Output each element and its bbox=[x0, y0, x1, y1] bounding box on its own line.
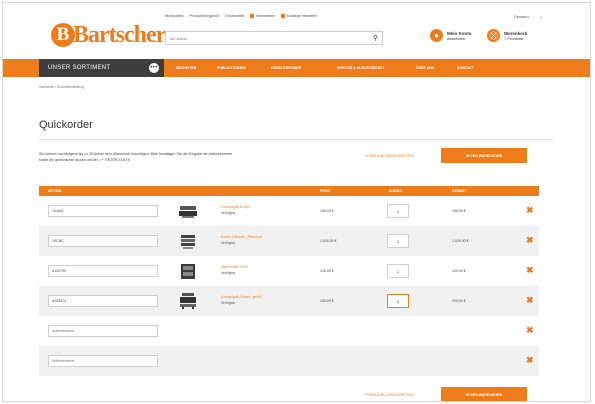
remove-icon[interactable]: ✖ bbox=[526, 205, 534, 215]
account-link[interactable]: ● Mein Konto Abmelden bbox=[430, 29, 472, 42]
availability: Verfügbar bbox=[221, 301, 236, 305]
top-link-newsletter[interactable]: Newsletter bbox=[249, 13, 275, 18]
row-total: 200,00 € bbox=[452, 299, 466, 303]
user-icon: ● bbox=[430, 29, 443, 42]
cart-link[interactable]: ⛒ Warenkorb 7 Produkte bbox=[487, 29, 527, 42]
product-name[interactable]: Kontaktgrill „Panini“ gerillt bbox=[221, 295, 261, 299]
header-total: GESAMT bbox=[452, 189, 467, 193]
catalog-label: Katalog bestellen bbox=[286, 13, 318, 18]
nav-item-service[interactable]: SERVICE & KUNDENDIENST bbox=[337, 66, 385, 70]
top-link-catalog[interactable]: Katalog bestellen bbox=[280, 13, 318, 18]
row-total: 150,00 € bbox=[452, 209, 466, 213]
product-image bbox=[181, 235, 195, 249]
nav-sortiment[interactable]: UNSER SORTIMENT ••• bbox=[39, 59, 164, 77]
title-divider bbox=[39, 139, 554, 140]
table-row: Warmhalter 1000 Verfügbar 120,00 € 120,0… bbox=[39, 256, 539, 286]
add-to-cart-button[interactable]: IN DEN WARENKORB bbox=[441, 148, 527, 163]
reset-form-link[interactable]: FORMULAR ZURÜCKSETZEN bbox=[365, 154, 414, 158]
availability: Verfügbar bbox=[221, 211, 236, 215]
article-number-input[interactable] bbox=[48, 295, 158, 307]
row-total: 120,00 € bbox=[452, 269, 466, 273]
availability: Verfügbar bbox=[221, 241, 236, 245]
article-number-input[interactable] bbox=[48, 325, 158, 337]
product-name[interactable]: Kombi-Dämpfer „Premium“ bbox=[221, 235, 263, 239]
header-article: ARTIKEL bbox=[48, 189, 63, 193]
nav-item-publications[interactable]: PUBLIKATIONEN bbox=[217, 66, 246, 70]
cart-text: Warenkorb 7 Produkte bbox=[504, 31, 527, 41]
catalog-icon bbox=[280, 13, 285, 18]
account-sub: Abmelden bbox=[447, 35, 466, 41]
logo-text: Bartscher bbox=[73, 21, 166, 48]
newsletter-label: Newsletter bbox=[255, 13, 275, 18]
cart-count: 7 Produkte bbox=[504, 35, 524, 41]
language-select[interactable]: Deutsch ⌄ bbox=[514, 14, 543, 20]
quantity-input[interactable] bbox=[387, 204, 409, 218]
table-row: Kombi-Dämpfer „Premium“ Verfügbar 1.029,… bbox=[39, 226, 539, 256]
page-title: Quickorder bbox=[39, 119, 93, 131]
remove-icon[interactable]: ✖ bbox=[526, 295, 534, 305]
reset-form-link-bottom[interactable]: FORMULAR ZURÜCKSETZEN bbox=[365, 393, 414, 397]
unit-price: 1.029,00 € bbox=[320, 239, 337, 243]
newsletter-icon bbox=[249, 13, 254, 18]
product-name[interactable]: Kontaktgrill M-Wp1 bbox=[221, 205, 251, 209]
add-to-cart-button-bottom[interactable]: IN DEN WARENKORB bbox=[441, 387, 527, 401]
remove-icon[interactable]: ✖ bbox=[526, 325, 534, 335]
remove-icon[interactable]: ✖ bbox=[526, 265, 534, 275]
unit-price: 120,00 € bbox=[320, 269, 334, 273]
top-links: Merkzettel Produktvergleich Ersatzteile … bbox=[165, 13, 318, 18]
top-link-spareparts[interactable]: Ersatzteile bbox=[225, 13, 244, 18]
unit-price: 150,00 € bbox=[320, 209, 334, 213]
table-row: Kontaktgrill M-Wp1 Verfügbar 150,00 € 15… bbox=[39, 196, 539, 226]
header-price: PREIS bbox=[320, 189, 330, 193]
nav-item-dealers[interactable]: HÄNDLERFINDER bbox=[271, 66, 301, 70]
quantity-input[interactable] bbox=[387, 294, 409, 308]
more-icon: ••• bbox=[149, 63, 159, 73]
search-box: ⚲ bbox=[165, 31, 383, 45]
account-text: Mein Konto Abmelden bbox=[447, 31, 472, 41]
table-header: ARTIKEL PREIS ANZAHL GESAMT bbox=[39, 186, 539, 196]
logo-mark: B bbox=[51, 23, 75, 47]
product-image bbox=[181, 264, 195, 279]
article-number-input[interactable] bbox=[48, 265, 158, 277]
product-image bbox=[180, 293, 196, 309]
table-row: ✖ bbox=[39, 316, 539, 346]
header-qty: ANZAHL bbox=[389, 189, 403, 193]
unit-price: 100,00 € bbox=[320, 299, 334, 303]
quantity-input[interactable] bbox=[387, 264, 409, 278]
search-icon[interactable]: ⚲ bbox=[373, 34, 378, 42]
top-link-compare[interactable]: Produktvergleich bbox=[189, 13, 219, 18]
language-label: Deutsch bbox=[514, 14, 529, 19]
table-row: Kontaktgrill „Panini“ gerillt Verfügbar … bbox=[39, 286, 539, 316]
availability: Verfügbar bbox=[221, 271, 236, 275]
product-name[interactable]: Warmhalter 1000 bbox=[221, 265, 248, 269]
breadcrumb[interactable]: Startseite / Schnellbestellung bbox=[39, 85, 84, 89]
table-row: ✖ bbox=[39, 346, 539, 376]
remove-icon[interactable]: ✖ bbox=[526, 355, 534, 365]
article-number-input[interactable] bbox=[48, 205, 158, 217]
row-total: 1.029,00 € bbox=[452, 239, 469, 243]
article-number-input[interactable] bbox=[48, 355, 158, 367]
quantity-input[interactable] bbox=[387, 234, 409, 248]
article-number-input[interactable] bbox=[48, 235, 158, 247]
nav-item-news[interactable]: NEUHEITEN bbox=[176, 66, 196, 70]
logo[interactable]: B Bartscher bbox=[51, 21, 166, 49]
product-image bbox=[179, 206, 197, 218]
chevron-down-icon: ⌄ bbox=[538, 14, 543, 20]
top-link-merkzettel[interactable]: Merkzettel bbox=[165, 13, 183, 18]
main-nav: UNSER SORTIMENT ••• NEUHEITEN PUBLIKATIO… bbox=[3, 59, 590, 77]
remove-icon[interactable]: ✖ bbox=[526, 235, 534, 245]
nav-item-contact[interactable]: KONTAKT bbox=[457, 66, 474, 70]
nav-item-about[interactable]: ÜBER UNS bbox=[416, 66, 434, 70]
search-input[interactable] bbox=[170, 35, 350, 41]
nav-sortiment-label: UNSER SORTIMENT bbox=[48, 65, 111, 71]
instructions-text: Sie können nachfolgend bis zu 25 Artikel… bbox=[39, 152, 232, 162]
cart-icon: ⛒ bbox=[487, 29, 500, 42]
page-frame: Merkzettel Produktvergleich Ersatzteile … bbox=[2, 2, 591, 402]
